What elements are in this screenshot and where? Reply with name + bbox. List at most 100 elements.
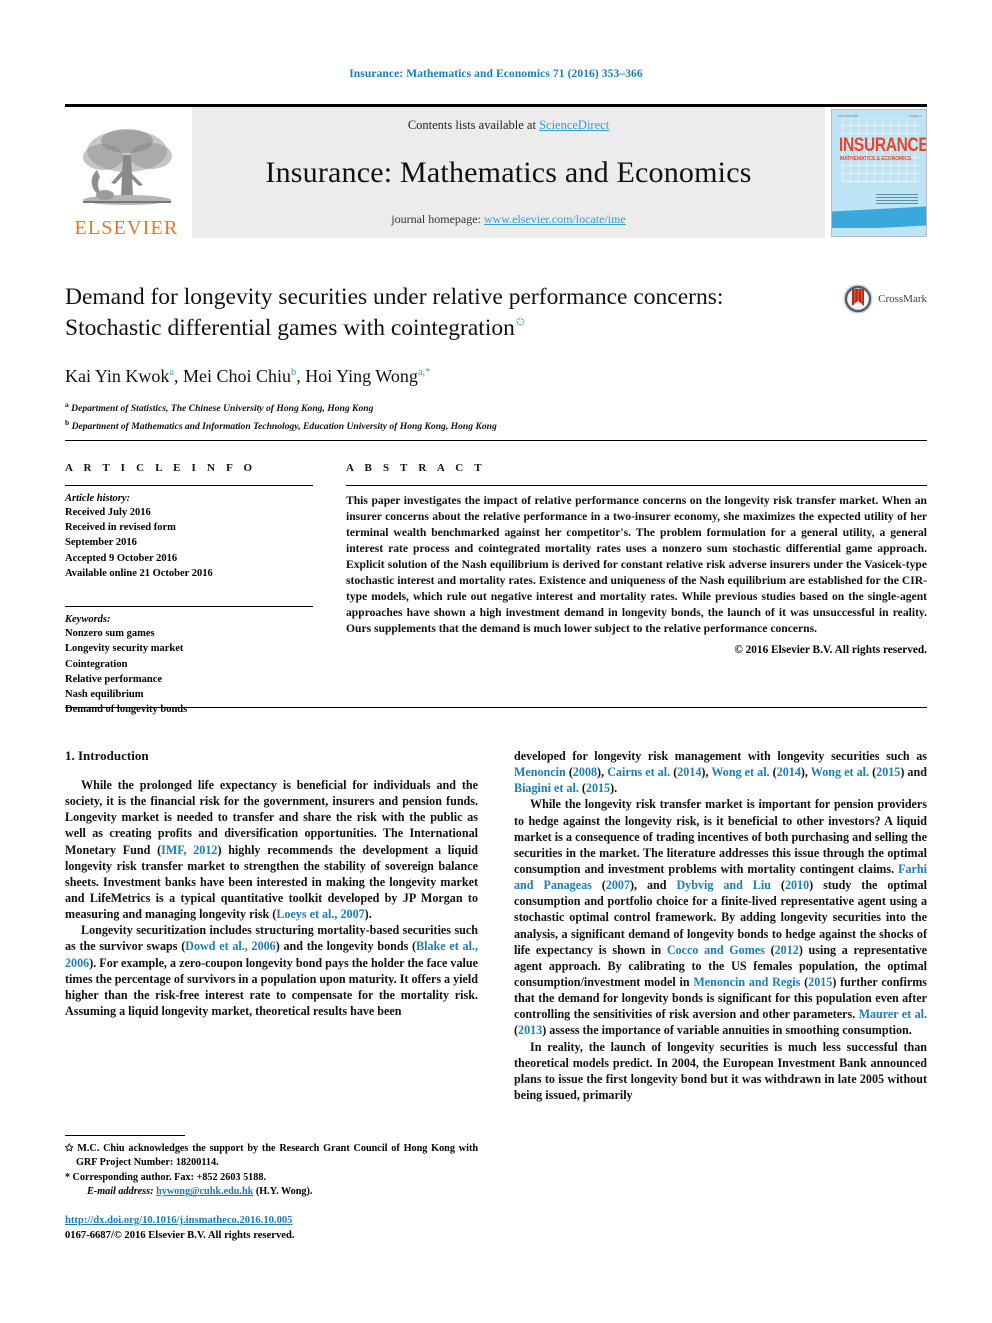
affiliation-a-text: Department of Statistics, The Chinese Un… <box>71 403 374 415</box>
crossmark-label: CrossMark <box>878 293 927 305</box>
citation-link[interactable]: 2014 <box>777 765 801 779</box>
keywords-list: Nonzero sum games Longevity security mar… <box>65 626 313 717</box>
paragraph: In reality, the launch of longevity secu… <box>514 1039 927 1104</box>
email-attribution: (H.Y. Wong). <box>255 1186 313 1198</box>
abstract-text: This paper investigates the impact of re… <box>346 494 927 635</box>
abstract-bottom-divider <box>65 707 927 708</box>
citation-link[interactable]: 2014 <box>677 765 701 779</box>
footnote-funding: ✩ M.C. Chiu acknowledges the support by … <box>65 1142 478 1171</box>
citation-link[interactable]: Dybvig and Liu <box>676 878 771 892</box>
sciencedirect-link[interactable]: ScienceDirect <box>539 118 609 132</box>
elsevier-tree-icon <box>82 129 172 205</box>
body-text: ( <box>764 942 775 957</box>
citation-link[interactable]: IMF, 2012 <box>161 843 217 857</box>
affiliation-a: a Department of Statistics, The Chinese … <box>65 399 927 417</box>
citation-link[interactable]: 2007 <box>606 878 630 892</box>
citation-link[interactable]: 2015 <box>876 765 900 779</box>
citation-link[interactable]: Menoncin <box>514 765 566 779</box>
cover-bottom-band <box>832 227 926 236</box>
body-text: ( <box>591 878 606 893</box>
keywords-label: Keywords: <box>65 614 111 626</box>
body-text: ( <box>769 765 777 780</box>
affiliation-list: a Department of Statistics, The Chinese … <box>65 399 927 435</box>
footnote-funding-mark: ✩ <box>65 1143 74 1154</box>
body-text: ), <box>597 765 608 780</box>
footnote-corresponding: * Corresponding author. Fax: +852 2603 5… <box>65 1171 478 1185</box>
article-history-list: Received July 2016 Received in revised f… <box>65 505 313 581</box>
body-text: ( <box>800 974 809 989</box>
doi-link[interactable]: http://dx.doi.org/10.1016/j.insmatheco.2… <box>65 1215 292 1226</box>
body-text: developed for longevity risk management … <box>514 749 927 763</box>
footnote-funding-text: M.C. Chiu acknowledges the support by th… <box>76 1143 478 1169</box>
citation-link[interactable]: Dowd et al., 2006 <box>185 939 276 953</box>
body-text: ). <box>610 781 618 796</box>
body-text: ), <box>800 765 811 780</box>
elsevier-logo: ELSEVIER <box>65 107 188 238</box>
citation-link[interactable]: 2013 <box>518 1023 542 1037</box>
body-text: ) and <box>900 765 927 780</box>
citation-link[interactable]: Maurer et al. <box>859 1007 927 1021</box>
body-text: ) assess the importance of variable annu… <box>542 1023 912 1038</box>
author-3-name: Hoi Ying Wong <box>305 366 418 387</box>
citation-link[interactable]: Wong et al. <box>711 765 769 779</box>
citation-link[interactable]: 2008 <box>573 765 597 779</box>
citation-link[interactable]: 2010 <box>785 878 809 892</box>
body-text: In reality, the launch of longevity secu… <box>514 1039 927 1102</box>
article-header: Demand for longevity securities under re… <box>65 282 927 435</box>
journal-homepage-link[interactable]: www.elsevier.com/locate/ime <box>484 212 626 226</box>
abstract-column: A B S T R A C T This paper investigates … <box>346 462 927 717</box>
issn-copyright-line: 0167-6687/© 2016 Elsevier B.V. All right… <box>65 1230 295 1242</box>
history-item: Received July 2016 <box>65 507 151 518</box>
cover-subtitle: MATHEMATICS & ECONOMICS <box>840 155 912 162</box>
elsevier-wordmark: ELSEVIER <box>74 217 179 239</box>
citation-link[interactable]: Wong et al. <box>811 765 869 779</box>
doi-block: http://dx.doi.org/10.1016/j.insmatheco.2… <box>65 1213 478 1244</box>
journal-title: Insurance: Mathematics and Economics <box>265 155 752 189</box>
keyword-item: Longevity security market <box>65 643 184 655</box>
citation-link[interactable]: 2012 <box>775 943 799 957</box>
citation-link[interactable]: Loeys et al., 2007 <box>276 907 364 921</box>
masthead-center: Contents lists available at ScienceDirec… <box>192 107 825 238</box>
cover-blue-band <box>832 206 926 230</box>
contents-available-line: Contents lists available at ScienceDirec… <box>408 118 609 133</box>
email-link[interactable]: hywong@cuhk.edu.hk <box>156 1186 253 1197</box>
keyword-item: Demand of longevity bonds <box>65 704 188 716</box>
citation-link[interactable]: 2015 <box>586 781 610 795</box>
citation-link[interactable]: Menoncin and Regis <box>693 975 800 989</box>
footnote-block: ✩ M.C. Chiu acknowledges the support by … <box>65 1135 478 1244</box>
citation-link[interactable]: 2015 <box>808 975 832 989</box>
journal-cover-thumbnail: ISSN 0167-6687 Volume 71 INSURANCE MATHE… <box>831 108 927 237</box>
history-item: September 2016 <box>65 537 137 549</box>
body-text: ( <box>565 765 573 780</box>
footnote-corresponding-mark: * <box>65 1171 70 1183</box>
body-text: ( <box>578 781 586 796</box>
keywords-divider <box>65 606 313 608</box>
author-2-name: Mei Choi Chiu <box>183 366 292 387</box>
citation-link[interactable]: Cocco and Gomes <box>667 943 765 957</box>
footnote-email: E-mail address: hywong@cuhk.edu.hk (H.Y.… <box>65 1185 478 1199</box>
footnote-corresponding-text: Corresponding author. Fax: +852 2603 518… <box>72 1171 266 1183</box>
affiliation-a-mark: a <box>65 400 69 410</box>
journal-article-page: Insurance: Mathematics and Economics 71 … <box>0 0 992 1323</box>
citation-link[interactable]: Biagini et al. <box>514 781 579 795</box>
article-info-heading: A R T I C L E I N F O <box>65 462 257 474</box>
body-text: While the longevity risk transfer market… <box>514 797 927 876</box>
citation-link[interactable]: Cairns et al. <box>607 765 670 779</box>
author-3-affil-mark: a,* <box>417 367 431 379</box>
crossmark-badge[interactable]: CrossMark <box>843 284 927 314</box>
history-item: Available online 21 October 2016 <box>65 567 213 579</box>
body-text: ), <box>701 765 712 780</box>
article-info-column: A R T I C L E I N F O Article history: R… <box>65 462 313 717</box>
body-text: ), and <box>630 878 677 893</box>
author-2-affil-mark: b <box>291 367 297 379</box>
affiliation-b-text: Department of Mathematics and Informatio… <box>71 421 497 433</box>
cover-header-text: ISSN 0167-6687 Volume 71 <box>838 114 922 121</box>
affiliation-b-mark: b <box>65 418 70 428</box>
author-3: Hoi Ying Wonga,* <box>305 366 430 386</box>
title-footnote-mark: ✩ <box>514 314 526 330</box>
body-text: ) and the longevity bonds ( <box>275 939 417 954</box>
keyword-item: Nash equilibrium <box>65 688 144 700</box>
article-info-divider <box>65 485 313 486</box>
email-label: E-mail address: <box>87 1186 154 1198</box>
